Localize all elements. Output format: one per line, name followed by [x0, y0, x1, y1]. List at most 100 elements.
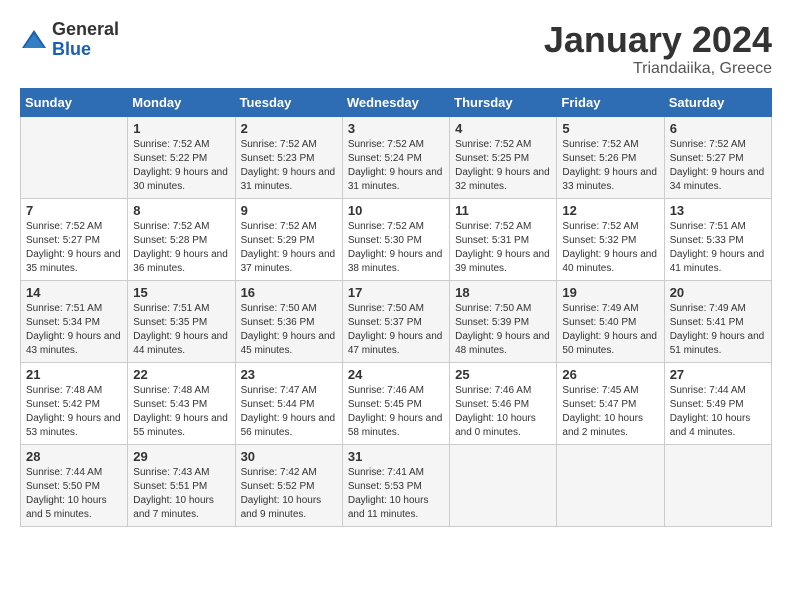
calendar-week-row: 21 Sunrise: 7:48 AMSunset: 5:42 PMDayligh…	[21, 362, 772, 444]
logo-general-text: General	[52, 20, 119, 40]
calendar-cell: 30Sunrise: 7:42 AMSunset: 5:52 PMDayligh…	[235, 444, 342, 526]
day-info: Sunrise: 7:44 AMSunset: 5:50 PMDaylight:…	[26, 466, 122, 522]
day-number: 14	[26, 285, 122, 300]
header-day-monday: Monday	[128, 88, 235, 116]
calendar-cell: 15 Sunrise: 7:51 AMSunset: 5:35 PMDayligh…	[128, 280, 235, 362]
logo-text: General Blue	[52, 20, 119, 60]
calendar-cell: 4 Sunrise: 7:52 AMSunset: 5:25 PMDaylight…	[450, 116, 557, 198]
day-number: 12	[562, 203, 658, 218]
header-day-wednesday: Wednesday	[342, 88, 449, 116]
day-info: Sunrise: 7:48 AMSunset: 5:42 PMDaylight:…	[26, 384, 122, 440]
day-info: Sunrise: 7:44 AMSunset: 5:49 PMDaylight:…	[670, 384, 766, 440]
calendar-cell: 27 Sunrise: 7:44 AMSunset: 5:49 PMDayligh…	[664, 362, 771, 444]
day-info: Sunrise: 7:42 AMSunset: 5:52 PMDaylight:…	[241, 466, 337, 522]
day-number: 19	[562, 285, 658, 300]
calendar-cell: 28Sunrise: 7:44 AMSunset: 5:50 PMDayligh…	[21, 444, 128, 526]
logo-blue-text: Blue	[52, 40, 119, 60]
header-day-thursday: Thursday	[450, 88, 557, 116]
title-block: January 2024 Triandaiika, Greece	[544, 20, 772, 78]
header-day-saturday: Saturday	[664, 88, 771, 116]
calendar-header-row: SundayMondayTuesdayWednesdayThursdayFrid…	[21, 88, 772, 116]
calendar-week-row: 1 Sunrise: 7:52 AMSunset: 5:22 PMDaylight…	[21, 116, 772, 198]
calendar-cell	[450, 444, 557, 526]
calendar-cell: 3 Sunrise: 7:52 AMSunset: 5:24 PMDaylight…	[342, 116, 449, 198]
day-number: 2	[241, 121, 337, 136]
day-info: Sunrise: 7:51 AMSunset: 5:33 PMDaylight:…	[670, 220, 766, 276]
day-number: 27	[670, 367, 766, 382]
calendar-cell: 22 Sunrise: 7:48 AMSunset: 5:43 PMDayligh…	[128, 362, 235, 444]
day-info: Sunrise: 7:41 AMSunset: 5:53 PMDaylight:…	[348, 466, 444, 522]
day-info: Sunrise: 7:51 AMSunset: 5:35 PMDaylight:…	[133, 302, 229, 358]
day-number: 6	[670, 121, 766, 136]
logo-icon	[20, 26, 48, 54]
day-number: 11	[455, 203, 551, 218]
day-info: Sunrise: 7:49 AMSunset: 5:40 PMDaylight:…	[562, 302, 658, 358]
day-info: Sunrise: 7:46 AMSunset: 5:46 PMDaylight:…	[455, 384, 551, 440]
calendar-cell: 26Sunrise: 7:45 AMSunset: 5:47 PMDayligh…	[557, 362, 664, 444]
header-day-sunday: Sunday	[21, 88, 128, 116]
calendar-cell: 6 Sunrise: 7:52 AMSunset: 5:27 PMDaylight…	[664, 116, 771, 198]
day-info: Sunrise: 7:48 AMSunset: 5:43 PMDaylight:…	[133, 384, 229, 440]
calendar-cell: 7Sunrise: 7:52 AMSunset: 5:27 PMDaylight…	[21, 198, 128, 280]
day-number: 29	[133, 449, 229, 464]
calendar-cell: 25 Sunrise: 7:46 AMSunset: 5:46 PMDayligh…	[450, 362, 557, 444]
day-info: Sunrise: 7:51 AMSunset: 5:34 PMDaylight:…	[26, 302, 122, 358]
day-info: Sunrise: 7:52 AMSunset: 5:25 PMDaylight:…	[455, 138, 551, 194]
calendar-cell: 23Sunrise: 7:47 AMSunset: 5:44 PMDayligh…	[235, 362, 342, 444]
day-info: Sunrise: 7:43 AMSunset: 5:51 PMDaylight:…	[133, 466, 229, 522]
day-number: 13	[670, 203, 766, 218]
calendar-table: SundayMondayTuesdayWednesdayThursdayFrid…	[20, 88, 772, 527]
day-number: 10	[348, 203, 444, 218]
day-info: Sunrise: 7:52 AMSunset: 5:32 PMDaylight:…	[562, 220, 658, 276]
day-number: 31	[348, 449, 444, 464]
calendar-week-row: 14 Sunrise: 7:51 AMSunset: 5:34 PMDayligh…	[21, 280, 772, 362]
calendar-cell: 19 Sunrise: 7:49 AMSunset: 5:40 PMDayligh…	[557, 280, 664, 362]
day-number: 16	[241, 285, 337, 300]
calendar-cell: 9 Sunrise: 7:52 AMSunset: 5:29 PMDaylight…	[235, 198, 342, 280]
day-number: 20	[670, 285, 766, 300]
calendar-cell: 1 Sunrise: 7:52 AMSunset: 5:22 PMDaylight…	[128, 116, 235, 198]
calendar-cell: 24 Sunrise: 7:46 AMSunset: 5:45 PMDayligh…	[342, 362, 449, 444]
day-number: 9	[241, 203, 337, 218]
calendar-cell: 13 Sunrise: 7:51 AMSunset: 5:33 PMDayligh…	[664, 198, 771, 280]
day-number: 15	[133, 285, 229, 300]
day-number: 8	[133, 203, 229, 218]
day-number: 3	[348, 121, 444, 136]
day-number: 1	[133, 121, 229, 136]
header-day-friday: Friday	[557, 88, 664, 116]
day-info: Sunrise: 7:52 AMSunset: 5:24 PMDaylight:…	[348, 138, 444, 194]
page-header: General Blue January 2024 Triandaiika, G…	[20, 20, 772, 78]
location: Triandaiika, Greece	[544, 60, 772, 78]
day-number: 4	[455, 121, 551, 136]
day-info: Sunrise: 7:52 AMSunset: 5:26 PMDaylight:…	[562, 138, 658, 194]
day-number: 22	[133, 367, 229, 382]
calendar-cell: 10Sunrise: 7:52 AMSunset: 5:30 PMDayligh…	[342, 198, 449, 280]
header-day-tuesday: Tuesday	[235, 88, 342, 116]
calendar-cell: 11 Sunrise: 7:52 AMSunset: 5:31 PMDayligh…	[450, 198, 557, 280]
calendar-cell: 5 Sunrise: 7:52 AMSunset: 5:26 PMDaylight…	[557, 116, 664, 198]
day-number: 24	[348, 367, 444, 382]
day-number: 17	[348, 285, 444, 300]
day-number: 25	[455, 367, 551, 382]
day-info: Sunrise: 7:52 AMSunset: 5:22 PMDaylight:…	[133, 138, 229, 194]
day-info: Sunrise: 7:45 AMSunset: 5:47 PMDaylight:…	[562, 384, 658, 440]
calendar-week-row: 7Sunrise: 7:52 AMSunset: 5:27 PMDaylight…	[21, 198, 772, 280]
calendar-week-row: 28Sunrise: 7:44 AMSunset: 5:50 PMDayligh…	[21, 444, 772, 526]
day-number: 21	[26, 367, 122, 382]
month-title: January 2024	[544, 20, 772, 60]
calendar-cell: 18Sunrise: 7:50 AMSunset: 5:39 PMDayligh…	[450, 280, 557, 362]
calendar-cell	[557, 444, 664, 526]
calendar-cell: 17Sunrise: 7:50 AMSunset: 5:37 PMDayligh…	[342, 280, 449, 362]
day-info: Sunrise: 7:52 AMSunset: 5:29 PMDaylight:…	[241, 220, 337, 276]
day-info: Sunrise: 7:52 AMSunset: 5:31 PMDaylight:…	[455, 220, 551, 276]
day-info: Sunrise: 7:46 AMSunset: 5:45 PMDaylight:…	[348, 384, 444, 440]
calendar-cell: 29 Sunrise: 7:43 AMSunset: 5:51 PMDayligh…	[128, 444, 235, 526]
calendar-cell: 8 Sunrise: 7:52 AMSunset: 5:28 PMDaylight…	[128, 198, 235, 280]
calendar-cell: 12 Sunrise: 7:52 AMSunset: 5:32 PMDayligh…	[557, 198, 664, 280]
calendar-cell: 14 Sunrise: 7:51 AMSunset: 5:34 PMDayligh…	[21, 280, 128, 362]
day-info: Sunrise: 7:47 AMSunset: 5:44 PMDaylight:…	[241, 384, 337, 440]
day-number: 5	[562, 121, 658, 136]
calendar-cell	[21, 116, 128, 198]
day-info: Sunrise: 7:52 AMSunset: 5:27 PMDaylight:…	[670, 138, 766, 194]
day-info: Sunrise: 7:52 AMSunset: 5:28 PMDaylight:…	[133, 220, 229, 276]
